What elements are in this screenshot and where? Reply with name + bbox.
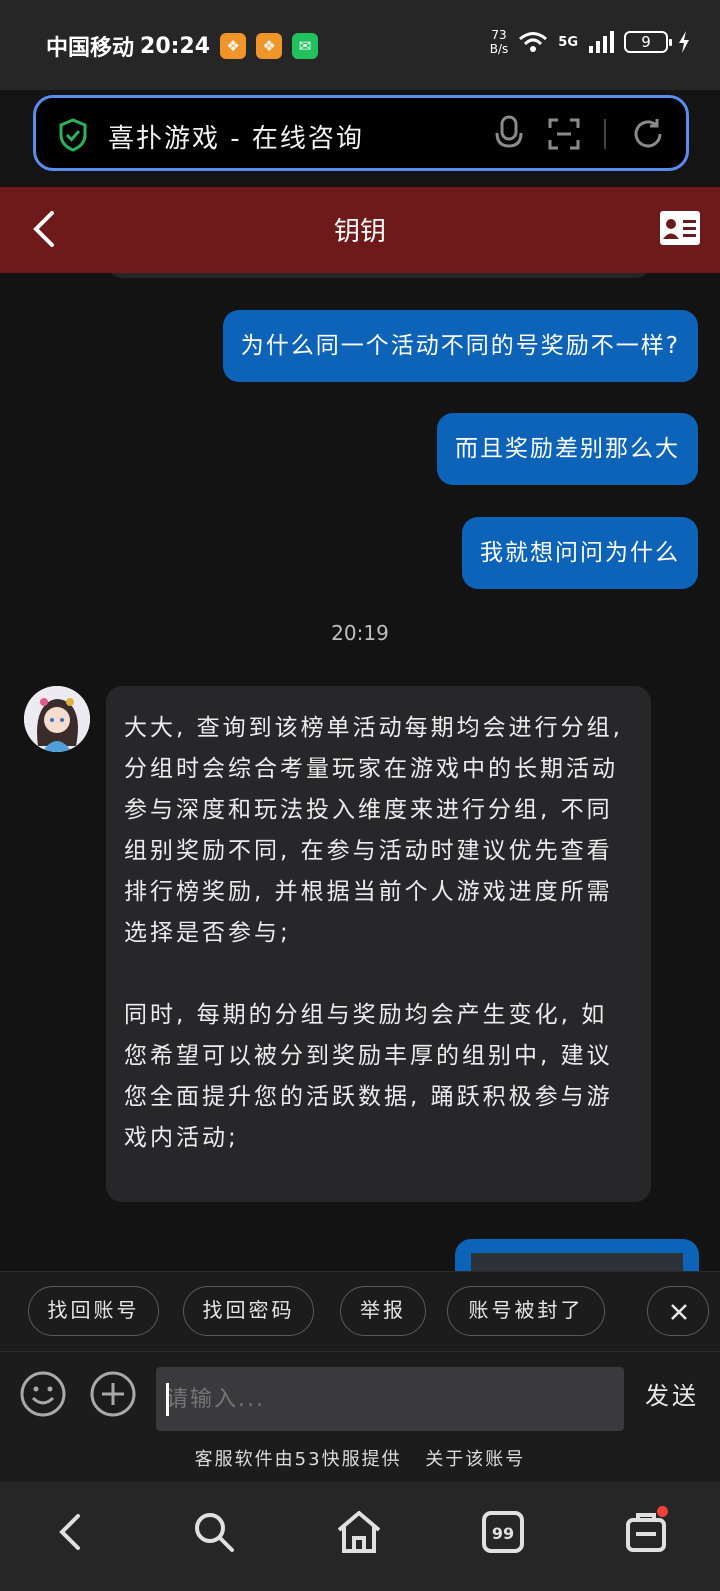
status-right: 73 B/s 5G 9 <box>490 28 690 56</box>
quick-reply-chip[interactable]: 举报 <box>340 1286 426 1336</box>
net-speed: 73 B/s <box>490 28 509 56</box>
chat-header: 钥钥 <box>0 187 720 273</box>
wechat-icon: ✉ <box>292 33 319 59</box>
quick-reply-bar: 找回账号 找回密码 举报 账号被封了 <box>0 1271 720 1351</box>
app-notification-icon: ❖ <box>220 33 247 59</box>
status-bar: 中国移动 20:24 ❖ ❖ ✉ 73 B/s 5G 9 <box>0 0 720 90</box>
net-speed-value: 73 <box>491 28 507 42</box>
search-icon[interactable] <box>190 1508 238 1556</box>
menu-button[interactable] <box>622 1506 670 1556</box>
add-attachment-icon[interactable] <box>89 1370 137 1418</box>
shield-check-icon <box>59 118 87 152</box>
outgoing-message[interactable]: 而且奖励差别那么大 <box>437 413 698 485</box>
tabs-icon[interactable]: 99 <box>479 1508 527 1556</box>
agent-avatar[interactable] <box>24 686 90 752</box>
charging-icon <box>679 31 689 53</box>
svg-text:99: 99 <box>492 1524 514 1543</box>
net-speed-unit: B/s <box>489 42 509 56</box>
incoming-message-paragraph: 同时, 每期的分组与奖励均会产生变化, 如您希望可以被分到奖励丰厚的组别中, 建… <box>124 1002 613 1151</box>
nav-back-icon[interactable] <box>48 1508 96 1556</box>
text-cursor <box>166 1383 169 1416</box>
outgoing-message[interactable]: 我就想问问为什么 <box>462 517 698 589</box>
message-input[interactable] <box>156 1367 624 1431</box>
outgoing-message[interactable]: 为什么同一个活动不同的号奖励不一样? <box>222 310 698 382</box>
chat-messages[interactable]: 为什么同一个活动不同的号奖励不一样? 而且奖励差别那么大 我就想问问为什么 20… <box>0 273 720 1271</box>
refresh-icon[interactable] <box>630 116 666 152</box>
home-icon[interactable] <box>335 1508 383 1556</box>
url-title: 喜扑游戏 - 在线咨询 <box>108 124 364 154</box>
previous-message-bubble <box>108 273 650 278</box>
quick-reply-chip[interactable]: 账号被封了 <box>447 1286 605 1336</box>
message-timestamp: 20:19 <box>331 621 389 645</box>
url-actions <box>494 115 666 153</box>
chat-title: 钥钥 <box>333 217 386 247</box>
battery-icon: 9 <box>624 31 672 53</box>
incoming-message-paragraph: 大大, 查询到该榜单活动每期均会进行分组, 分组时会综合考量玩家在游戏中的长期活… <box>124 715 623 946</box>
signal-icon <box>589 31 614 53</box>
image-thumbnail <box>471 1253 683 1271</box>
outgoing-image-message[interactable] <box>455 1239 699 1271</box>
avatar-character-icon <box>24 686 90 752</box>
network-type: 5G <box>558 34 578 50</box>
wifi-icon <box>519 32 548 52</box>
clock: 20:24 <box>140 33 211 59</box>
quick-reply-chip[interactable]: 找回密码 <box>183 1286 314 1336</box>
url-bar[interactable]: 喜扑游戏 - 在线咨询 <box>33 95 689 171</box>
send-button[interactable]: 发送 <box>645 1376 699 1411</box>
footer-note: 客服软件由53快服提供 关于该账号 <box>0 1438 720 1482</box>
quick-reply-chip[interactable]: 找回账号 <box>28 1286 159 1336</box>
microphone-icon[interactable] <box>494 115 524 153</box>
status-left: 中国移动 20:24 ❖ ❖ ✉ <box>46 30 319 62</box>
carrier-label: 中国移动 <box>46 36 135 61</box>
close-icon <box>671 1304 687 1320</box>
incoming-message[interactable]: 大大, 查询到该榜单活动每期均会进行分组, 分组时会综合考量玩家在游戏中的长期活… <box>106 686 651 1202</box>
emoji-icon[interactable] <box>19 1370 67 1418</box>
url-separator <box>604 119 606 149</box>
scan-icon[interactable] <box>548 118 580 150</box>
message-input-bar: 发送 <box>0 1351 720 1438</box>
provider-note: 客服软件由53快服提供 <box>194 1449 402 1470</box>
notification-badge <box>657 1506 668 1517</box>
about-account-link[interactable]: 关于该账号 <box>425 1449 525 1470</box>
contact-card-icon[interactable] <box>660 211 700 245</box>
close-quick-replies-button[interactable] <box>647 1286 709 1336</box>
browser-bottom-nav: 99 <box>0 1482 720 1591</box>
app-notification-icon-2: ❖ <box>256 33 283 59</box>
